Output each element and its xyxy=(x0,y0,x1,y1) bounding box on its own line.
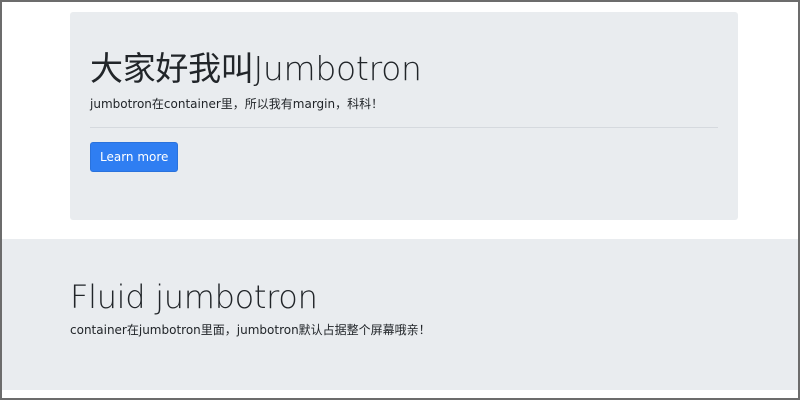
jumbotron-lead: jumbotron在container里，所以我有margin，科科！ xyxy=(90,96,384,111)
fluid-jumbotron-lead: container在jumbotron里面，jumbotron默认占据整个屏幕哦… xyxy=(70,322,431,337)
divider xyxy=(90,126,718,128)
fluid-jumbotron: Fluid jumbotron container在jumbotron里面，ju… xyxy=(2,239,798,390)
page-frame: 大家好我叫Jumbotron jumbotron在container里，所以我有… xyxy=(0,0,800,400)
jumbotron-title: 大家好我叫Jumbotron xyxy=(90,49,422,88)
learn-more-button[interactable]: Learn more xyxy=(90,141,179,172)
container: 大家好我叫Jumbotron jumbotron在container里，所以我有… xyxy=(70,12,738,220)
jumbotron: 大家好我叫Jumbotron jumbotron在container里，所以我有… xyxy=(70,12,738,220)
fluid-container: Fluid jumbotron container在jumbotron里面，ju… xyxy=(70,279,738,338)
fluid-jumbotron-title: Fluid jumbotron xyxy=(70,278,318,316)
